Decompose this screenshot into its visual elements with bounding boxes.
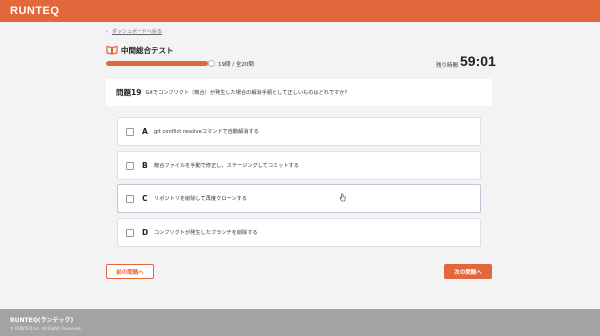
- progress-bar: [106, 61, 213, 66]
- next-question-button[interactable]: 次の問題へ: [444, 264, 492, 279]
- logo[interactable]: RUNTEQ: [10, 5, 59, 17]
- progress-knob: [208, 60, 215, 67]
- option-text: コンフリクトが発生したブランチを削除する: [154, 230, 258, 236]
- question-text: Gitでコンフリクト（競合）が発生した場合の解消手順として正しいものはどれですか…: [145, 90, 350, 96]
- option-letter: A: [142, 127, 148, 136]
- page-title: 中間総合テスト: [121, 45, 174, 55]
- timer-value: 59:01: [460, 53, 496, 69]
- progress-fill: [106, 61, 208, 66]
- progress-text: 19問 / 全20問: [218, 62, 254, 68]
- footer-copyright: © RUNTEQ Inc. All Rights Reserved.: [10, 326, 82, 331]
- timer-label: 残り時間: [436, 63, 459, 69]
- option-c-checkbox[interactable]: [126, 194, 134, 203]
- chevron-left-icon: ‹: [106, 29, 108, 35]
- option-text: git conflict resolveコマンドで自動解消する: [154, 129, 259, 135]
- option-c[interactable]: C リポジトリを削除して再度クローンする: [117, 184, 481, 213]
- option-a[interactable]: A git conflict resolveコマンドで自動解消する: [117, 117, 481, 146]
- exam-title-row: 中間総合テスト: [106, 44, 174, 56]
- question-card: 問題19 Gitでコンフリクト（競合）が発生した場合の解消手順として正しいものは…: [106, 79, 492, 106]
- footer: RUNTEQ(ランテック) © RUNTEQ Inc. All Rights R…: [0, 309, 600, 336]
- book-icon: [106, 45, 118, 55]
- option-letter: D: [142, 228, 149, 237]
- back-link-label[interactable]: ダッシュボードへ戻る: [112, 29, 162, 35]
- top-bar: RUNTEQ: [0, 0, 600, 22]
- option-a-checkbox[interactable]: [126, 127, 134, 136]
- option-letter: B: [142, 161, 148, 170]
- option-text: リポジトリを削除して再度クローンする: [154, 196, 247, 202]
- question-number: 問題19: [116, 88, 142, 97]
- back-to-dashboard-link[interactable]: ‹ ダッシュボードへ戻る: [106, 28, 162, 35]
- option-letter: C: [142, 194, 148, 203]
- option-d[interactable]: D コンフリクトが発生したブランチを削除する: [117, 218, 481, 247]
- option-b-checkbox[interactable]: [126, 161, 134, 170]
- option-d-checkbox[interactable]: [126, 228, 134, 237]
- option-b[interactable]: B 競合ファイルを手動で修正し、ステージングしてコミットする: [117, 151, 481, 180]
- option-text: 競合ファイルを手動で修正し、ステージングしてコミットする: [154, 163, 299, 169]
- prev-question-button[interactable]: 前の問題へ: [106, 264, 154, 279]
- hand-cursor-icon: [339, 193, 346, 202]
- footer-brand: RUNTEQ(ランテック): [10, 317, 74, 324]
